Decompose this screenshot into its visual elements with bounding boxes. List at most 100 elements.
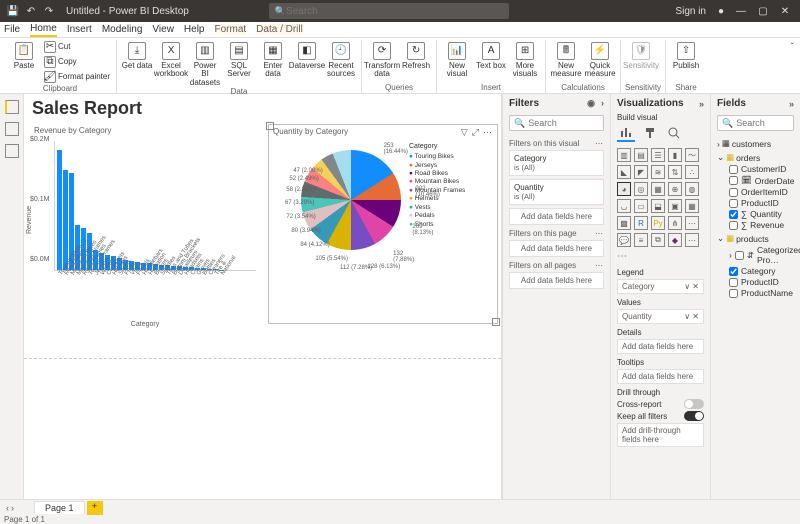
add-filter-drop[interactable]: Add data fields here xyxy=(509,240,604,257)
transform-data-button[interactable]: ⟳Transform data xyxy=(366,40,398,79)
legend-item[interactable]: Pedals xyxy=(409,212,465,220)
area-chart-icon[interactable]: ◣ xyxy=(617,165,631,179)
line-chart-icon[interactable]: 〜 xyxy=(685,148,699,162)
save-icon[interactable]: 💾 xyxy=(6,6,20,17)
recent-sources-button[interactable]: 🕘Recent sources xyxy=(325,40,357,79)
more-icon[interactable]: ⋯ xyxy=(595,139,604,148)
pie-chart-visual[interactable]: ▽ ⤢ ⋯ Quantity by Category 253 (16.44%)2… xyxy=(268,124,498,324)
cut-button[interactable]: ✂Cut xyxy=(42,40,112,54)
table-icon[interactable]: ▦ xyxy=(685,199,699,213)
ribbon-collapse-icon[interactable]: ˇ xyxy=(789,40,796,55)
sql-server-button[interactable]: ▤SQL Server xyxy=(223,40,255,79)
keep-filters-toggle[interactable] xyxy=(684,411,704,421)
get-more-visuals-icon[interactable]: ⋯ xyxy=(685,233,699,247)
bar[interactable] xyxy=(63,170,68,270)
qa-visual-icon[interactable]: 💬 xyxy=(617,233,631,247)
more-icon[interactable]: ⋯ xyxy=(595,261,604,270)
global-search-input[interactable] xyxy=(286,6,486,17)
values-field[interactable]: Quantity∨ ✕ xyxy=(617,309,704,324)
clustered-column-icon[interactable]: ▮ xyxy=(668,148,682,162)
py-visual-icon[interactable]: Py xyxy=(651,216,665,230)
user-avatar-icon[interactable]: ● xyxy=(714,6,728,17)
add-page-button[interactable]: + xyxy=(87,501,103,515)
stacked-bar-icon[interactable]: ▥ xyxy=(617,148,631,162)
table-products[interactable]: ⌄▦products xyxy=(717,233,794,244)
legend-item[interactable]: Touring Bikes xyxy=(409,153,465,161)
menu-view[interactable]: View xyxy=(152,24,174,35)
powerapps-icon[interactable]: ◆ xyxy=(668,233,682,247)
filter-card-quantity[interactable]: Quantityis (All) xyxy=(509,179,604,205)
details-drop[interactable]: Add data fields here xyxy=(617,339,704,354)
publish-button[interactable]: ⇧Publish xyxy=(670,40,702,70)
paginated-icon[interactable]: ⧉ xyxy=(651,233,665,247)
menu-home[interactable]: Home xyxy=(30,23,57,37)
add-filter-drop[interactable]: Add data fields here xyxy=(509,208,604,225)
collapse-panel-icon[interactable]: » xyxy=(699,99,704,109)
model-view-icon[interactable] xyxy=(5,144,19,158)
filter-card-category[interactable]: Categoryis (All) xyxy=(509,150,604,176)
build-tab-icon[interactable] xyxy=(617,124,635,142)
maximize-button[interactable]: ▢ xyxy=(752,6,774,17)
more-icon[interactable]: ⋯ xyxy=(595,229,604,238)
legend-field[interactable]: Category∨ ✕ xyxy=(617,279,704,294)
menu-file[interactable]: File xyxy=(4,24,20,35)
show-filters-icon[interactable]: ◉ xyxy=(587,98,595,109)
key-influencers-icon[interactable]: ⋔ xyxy=(668,216,682,230)
filters-search[interactable]: 🔍 xyxy=(509,115,604,131)
slicer-icon[interactable]: ▣ xyxy=(668,199,682,213)
card-icon[interactable]: ▭ xyxy=(634,199,648,213)
more-options-icon[interactable]: ⋯ xyxy=(483,127,493,138)
field-product-productid[interactable]: ProductID xyxy=(729,277,794,287)
field-productname[interactable]: ProductName xyxy=(729,288,794,298)
focus-mode-icon[interactable]: ⤢ xyxy=(472,127,479,138)
new-measure-button[interactable]: 🖩New measure xyxy=(550,40,582,79)
data-view-icon[interactable] xyxy=(5,122,19,136)
get-data-button[interactable]: ⤓Get data xyxy=(121,40,153,70)
page-tab[interactable]: Page 1 xyxy=(34,501,85,514)
undo-icon[interactable]: ↶ xyxy=(24,6,38,17)
filter-icon[interactable]: ▽ xyxy=(461,127,468,138)
collapse-panel-icon[interactable]: » xyxy=(789,99,794,109)
viz-more-icon[interactable]: ⋯ xyxy=(611,251,710,262)
menu-insert[interactable]: Insert xyxy=(67,24,92,35)
tooltips-drop[interactable]: Add data fields here xyxy=(617,369,704,384)
map-icon[interactable]: ⊕ xyxy=(668,182,682,196)
next-page-icon[interactable]: › xyxy=(11,503,14,513)
global-search[interactable]: 🔍 xyxy=(269,3,509,19)
menu-data-drill[interactable]: Data / Drill xyxy=(256,24,303,35)
bar[interactable] xyxy=(57,150,62,270)
ribbon-chart-icon[interactable]: ≋ xyxy=(651,165,665,179)
legend-item[interactable]: Road Bikes xyxy=(409,170,465,178)
legend-item[interactable]: Vests xyxy=(409,204,465,212)
narrative-icon[interactable]: ≡ xyxy=(634,233,648,247)
clustered-bar-icon[interactable]: ☰ xyxy=(651,148,665,162)
copy-button[interactable]: ⧉Copy xyxy=(42,55,112,69)
collapse-panel-icon[interactable]: › xyxy=(601,98,604,109)
format-painter-button[interactable]: 🖌Format painter xyxy=(42,70,112,84)
table-customers[interactable]: ›▦customers xyxy=(717,138,794,149)
treemap-icon[interactable]: ▦ xyxy=(651,182,665,196)
fields-search-input[interactable] xyxy=(736,118,789,128)
text-box-button[interactable]: AText box xyxy=(475,40,507,70)
cross-report-toggle[interactable] xyxy=(684,399,704,409)
format-tab-icon[interactable] xyxy=(641,124,659,142)
dataverse-button[interactable]: ◧Dataverse xyxy=(291,40,323,70)
field-orderitemid[interactable]: OrderItemID xyxy=(729,187,794,197)
pie-chart-icon[interactable]: ◕ xyxy=(617,182,631,196)
field-orderdate[interactable]: 🗓OrderDate xyxy=(729,175,794,186)
scatter-icon[interactable]: ∴ xyxy=(685,165,699,179)
report-view-icon[interactable] xyxy=(5,100,19,114)
paste-button[interactable]: 📋Paste xyxy=(8,40,40,70)
menu-help[interactable]: Help xyxy=(184,24,205,35)
fields-search[interactable]: 🔍 xyxy=(717,115,794,131)
field-category[interactable]: Category xyxy=(729,266,794,276)
quick-measure-button[interactable]: ⚡Quick measure xyxy=(584,40,616,79)
kpi-icon[interactable]: ⬓ xyxy=(651,199,665,213)
stacked-column-icon[interactable]: ▤ xyxy=(634,148,648,162)
redo-icon[interactable]: ↷ xyxy=(42,6,56,17)
waterfall-icon[interactable]: ⇅ xyxy=(668,165,682,179)
prev-page-icon[interactable]: ‹ xyxy=(6,503,9,513)
minimize-button[interactable]: — xyxy=(730,6,752,17)
new-visual-button[interactable]: 📊New visual xyxy=(441,40,473,79)
report-canvas[interactable]: Sales Report Revenue by Category Revenue… xyxy=(24,94,502,499)
